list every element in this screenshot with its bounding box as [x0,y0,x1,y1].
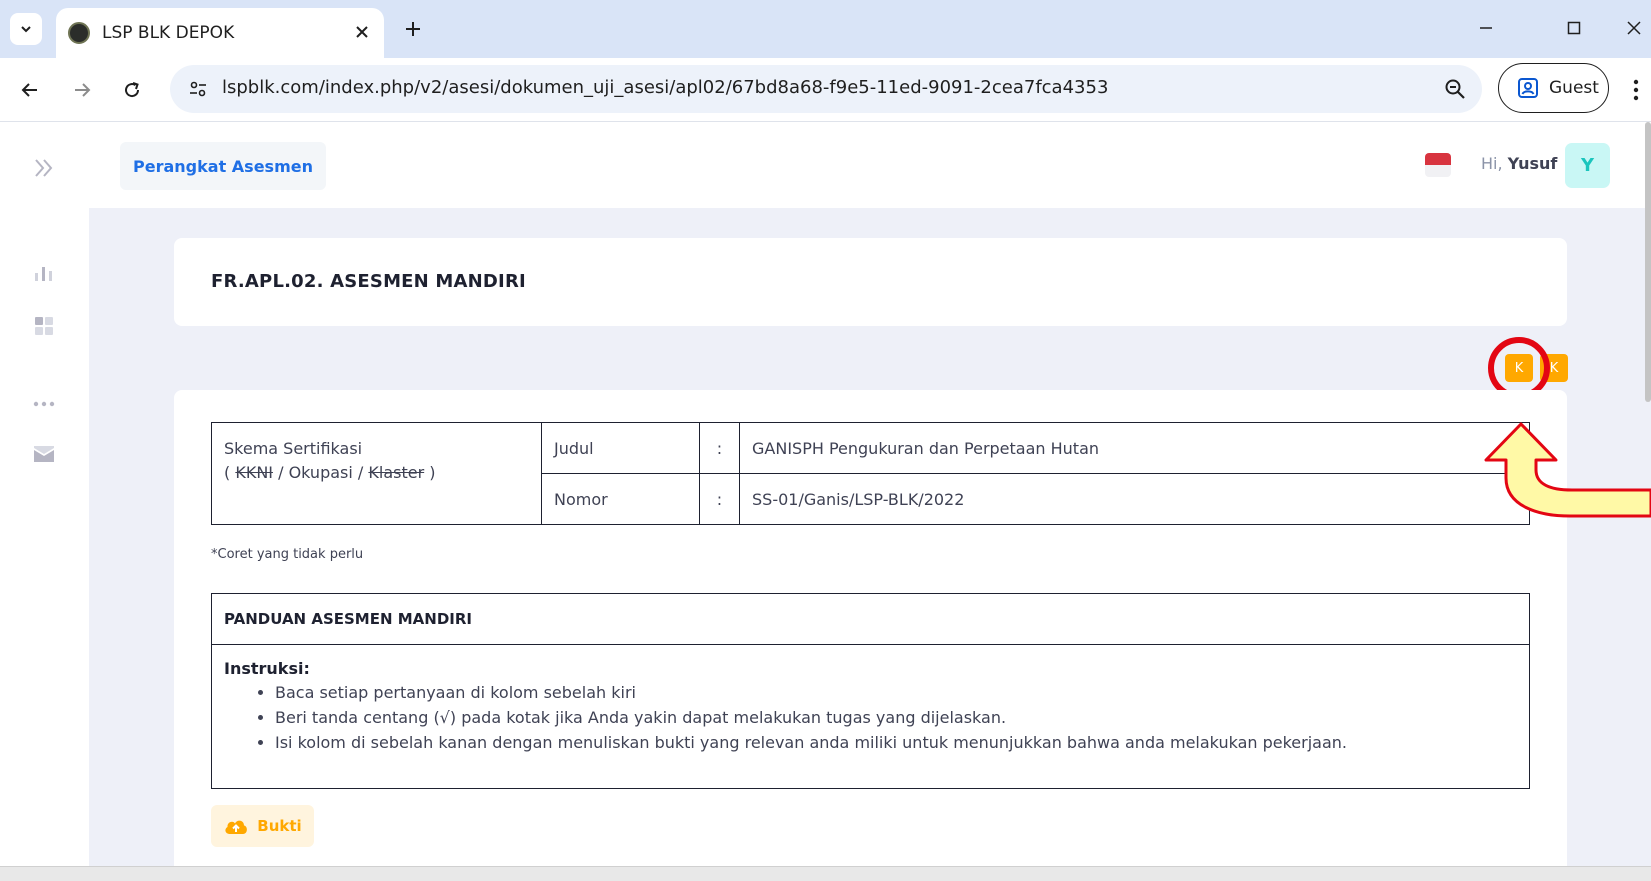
tab-title: LSP BLK DEPOK [102,23,235,43]
sidebar-item-apps[interactable] [30,314,58,338]
guide-heading: PANDUAN ASESMEN MANDIRI [212,594,1529,645]
nomor-key: Nomor [541,473,700,525]
minimize-icon [1480,27,1492,29]
perangkat-asesmen-button[interactable]: Perangkat Asesmen [120,142,326,190]
tab-close-button[interactable] [350,20,374,44]
scheme-label-kkni: KKNI [235,463,273,482]
chevron-down-icon [21,26,31,33]
avatar[interactable]: Y [1565,143,1610,188]
reload-icon [125,82,140,98]
list-item: Beri tanda centang (√) pada kotak jika A… [275,705,1517,730]
table-row: Skema Sertifikasi ( KKNI / Okupasi / Kla… [211,422,1530,525]
scheme-label-okupasi: / Okupasi / [273,463,369,482]
app-header: Perangkat Asesmen Hi, Yusuf Y [89,122,1651,208]
sidebar-toggle-button[interactable] [30,156,58,180]
close-icon [1626,21,1641,35]
scheme-label-cell: Skema Sertifikasi ( KKNI / Okupasi / Kla… [211,422,542,525]
user-greeting[interactable]: Hi, Yusuf [1481,154,1557,173]
browser-tab[interactable]: LSP BLK DEPOK [56,8,384,58]
sidebar-item-dashboard[interactable] [30,260,58,284]
tune-icon [190,81,206,97]
url-text[interactable]: lspblk.com/index.php/v2/asesi/dokumen_uj… [222,77,1108,98]
scheme-label-klaster: Klaster [368,463,425,482]
callout-arrow-icon [1484,422,1651,518]
reload-button[interactable] [116,74,148,106]
double-chevron-right-icon [35,159,53,177]
tab-search-button[interactable] [10,13,42,45]
language-flag-icon[interactable] [1425,153,1451,177]
forward-button[interactable] [66,74,98,106]
close-icon [356,26,368,38]
arrow-left-icon [21,83,37,97]
judul-value: GANISPH Pengukuran dan Perpetaan Hutan [739,422,1530,474]
browser-tab-bar: LSP BLK DEPOK [0,0,1651,58]
list-item: Isi kolom di sebelah kanan dengan menuli… [275,730,1517,755]
more-horizontal-icon [33,401,55,407]
page-title: FR.APL.02. ASESMEN MANDIRI [211,271,526,292]
bar-chart-icon [35,267,52,281]
guide-body: Instruksi: Baca setiap pertanyaan di kol… [212,645,1529,769]
grid-icon [35,317,53,335]
cloud-upload-icon [225,820,248,834]
form-title-card: FR.APL.02. ASESMEN MANDIRI [174,238,1567,326]
arrow-right-icon [75,83,91,97]
zoom-out-icon [1445,79,1465,99]
address-bar[interactable]: lspblk.com/index.php/v2/asesi/dokumen_uj… [170,65,1482,113]
more-vertical-icon [1633,79,1639,101]
profile-button[interactable]: Guest [1498,63,1609,113]
scheme-label-open: ( [224,463,236,482]
greeting-prefix: Hi, [1481,154,1503,173]
site-favicon-icon [68,22,90,44]
judul-colon: : [699,422,740,474]
scheme-table: Skema Sertifikasi ( KKNI / Okupasi / Kla… [211,422,1530,525]
guide-box: PANDUAN ASESMEN MANDIRI Instruksi: Baca … [211,593,1530,789]
maximize-icon [1567,21,1581,35]
envelope-icon [34,446,54,462]
bukti-label: Bukti [257,817,302,835]
sidebar-item-more[interactable] [30,392,58,416]
list-item: Baca setiap pertanyaan di kolom sebelah … [275,680,1517,705]
nomor-colon: : [699,473,740,525]
app-sidebar [0,122,89,867]
instructions-label: Instruksi: [224,659,310,678]
sidebar-item-inbox[interactable] [30,442,58,466]
nomor-value: SS-01/Ganis/LSP-BLK/2022 [739,473,1530,525]
bukti-upload-button[interactable]: Bukti [211,805,314,847]
user-name: Yusuf [1507,154,1558,173]
new-tab-button[interactable] [398,14,428,44]
horizontal-scrollbar[interactable] [0,866,1651,881]
back-button[interactable] [14,74,46,106]
profile-label: Guest [1549,78,1599,98]
maximize-button[interactable] [1554,10,1594,46]
minimize-button[interactable] [1466,10,1506,46]
site-info-button[interactable] [186,77,210,101]
window-close-button[interactable] [1616,10,1651,46]
instructions-list: Baca setiap pertanyaan di kolom sebelah … [224,680,1517,755]
scheme-label: Skema Sertifikasi [224,439,363,458]
browser-menu-button[interactable] [1628,76,1644,104]
judul-key: Judul [541,422,700,474]
account-icon [1518,78,1538,98]
vertical-scrollbar[interactable] [1645,122,1651,402]
plus-icon [406,22,420,36]
scheme-label-close: ) [424,463,436,482]
zoom-button[interactable] [1442,76,1468,102]
browser-toolbar: lspblk.com/index.php/v2/asesi/dokumen_uj… [0,58,1651,122]
strike-note: *Coret yang tidak perlu [211,547,364,562]
